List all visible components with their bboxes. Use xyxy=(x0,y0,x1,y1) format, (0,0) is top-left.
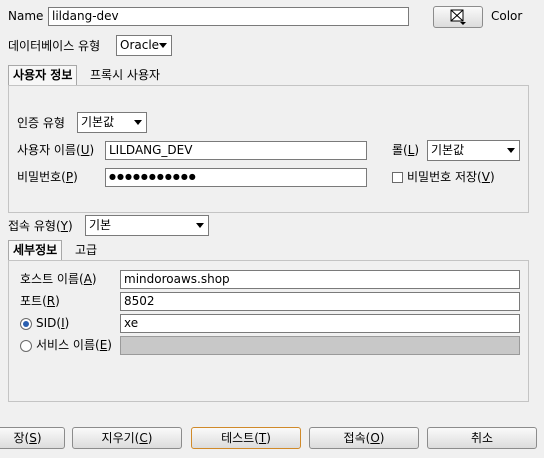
conn-type-select[interactable]: 기본 xyxy=(85,215,209,236)
role-value: 기본값 xyxy=(431,143,465,157)
sid-label: SID(I) xyxy=(36,316,70,330)
name-input[interactable]: lildang-dev xyxy=(48,7,409,26)
username-input[interactable]: LILDANG_DEV xyxy=(105,141,367,160)
color-picker-button[interactable] xyxy=(433,6,483,28)
chevron-down-icon xyxy=(159,43,167,48)
connect-button[interactable]: 접속(O) xyxy=(309,427,419,449)
service-name-label: 서비스 이름(E) xyxy=(36,338,112,352)
service-name-radio[interactable] xyxy=(20,340,32,352)
sid-input[interactable]: xe xyxy=(120,314,520,333)
chevron-down-icon xyxy=(507,148,515,153)
sid-radio[interactable] xyxy=(20,318,32,330)
test-button[interactable]: 테스트(T) xyxy=(191,427,301,449)
host-label: 호스트 이름(A) xyxy=(20,272,97,286)
color-picker-icon xyxy=(450,9,466,25)
cancel-button[interactable]: 취소 xyxy=(427,427,537,449)
clear-button[interactable]: 지우기(C) xyxy=(72,427,182,449)
chevron-down-icon xyxy=(134,120,142,125)
tab-user-info[interactable]: 사용자 정보 xyxy=(8,65,78,86)
tab-details[interactable]: 세부정보 xyxy=(8,240,63,261)
db-type-select[interactable]: Oracle xyxy=(116,35,172,56)
save-password-label: 비밀번호 저장(V) xyxy=(407,170,495,184)
tab-advanced[interactable]: 고급 xyxy=(71,241,101,259)
name-label: Name xyxy=(8,9,44,23)
port-input[interactable]: 8502 xyxy=(120,292,520,311)
host-input[interactable]: mindoroaws.shop xyxy=(120,270,520,289)
conn-type-label: 접속 유형(Y) xyxy=(8,219,73,233)
port-label: 포트(R) xyxy=(20,294,60,308)
save-password-checkbox[interactable] xyxy=(392,172,403,183)
tab-proxy-user[interactable]: 프록시 사용자 xyxy=(86,66,164,84)
password-input[interactable]: ●●●●●●●●●●● xyxy=(105,168,367,187)
auth-type-value: 기본값 xyxy=(81,115,115,129)
auth-type-select[interactable]: 기본값 xyxy=(77,112,147,133)
password-label: 비밀번호(P) xyxy=(17,170,78,184)
conn-type-value: 기본 xyxy=(89,218,112,232)
username-label: 사용자 이름(U) xyxy=(17,143,95,157)
service-name-input xyxy=(120,336,520,355)
db-type-value: Oracle xyxy=(120,38,160,52)
chevron-down-icon xyxy=(196,223,204,228)
db-type-label: 데이터베이스 유형 xyxy=(8,39,101,53)
auth-type-label: 인증 유형 xyxy=(17,116,65,130)
save-button[interactable]: 장(S) xyxy=(0,427,65,449)
color-label: Color xyxy=(491,9,523,23)
role-select[interactable]: 기본값 xyxy=(427,140,520,161)
role-label: 롤(L) xyxy=(392,143,420,157)
